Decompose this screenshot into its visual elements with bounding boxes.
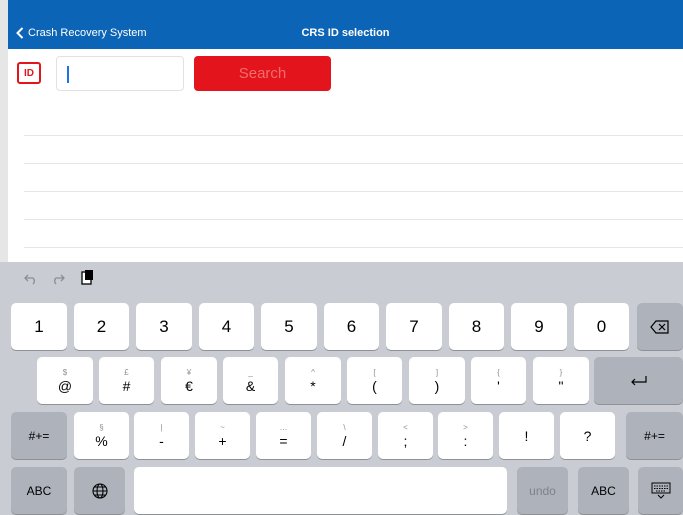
key-ampersand[interactable]: _ & — [223, 357, 278, 404]
backspace-key[interactable] — [637, 303, 683, 350]
key-equals[interactable]: … = — [256, 412, 311, 459]
shift-key-left[interactable]: #+= — [11, 412, 67, 459]
list-separator — [24, 135, 683, 136]
key-0[interactable]: 0 — [574, 303, 629, 350]
dismiss-keyboard-key[interactable] — [638, 467, 683, 514]
key-exclamation[interactable]: ! — [499, 412, 554, 459]
list-separator — [24, 219, 683, 220]
key-semicolon[interactable]: <; — [378, 412, 433, 459]
key-plus[interactable]: ~ + — [195, 412, 250, 459]
undo-key[interactable]: undo — [517, 467, 568, 514]
key-9[interactable]: 9 — [511, 303, 567, 350]
undo-icon[interactable] — [24, 272, 38, 288]
globe-icon — [91, 482, 108, 499]
app-screen: Crash Recovery System CRS ID selection I… — [0, 0, 683, 262]
shift-key-right[interactable]: #+= — [626, 412, 683, 459]
key-8[interactable]: 8 — [449, 303, 504, 350]
key-euro[interactable]: ¥ € — [161, 357, 217, 404]
navigation-bar: Crash Recovery System CRS ID selection — [8, 19, 683, 49]
key-4[interactable]: 4 — [199, 303, 254, 350]
keyboard-shortcut-bar — [0, 262, 683, 298]
page-title: CRS ID selection — [301, 27, 390, 39]
list-separator — [24, 191, 683, 192]
abc-key-left[interactable]: ABC — [11, 467, 67, 514]
key-slash[interactable]: \ / — [317, 412, 372, 459]
key-paren-close[interactable]: ]) — [409, 357, 465, 404]
key-3[interactable]: 3 — [136, 303, 192, 350]
backspace-icon — [650, 319, 669, 334]
key-hash[interactable]: £ # — [99, 357, 154, 404]
key-2[interactable]: 2 — [74, 303, 129, 350]
key-paren-open[interactable]: [( — [347, 357, 402, 404]
keyboard-dismiss-icon — [651, 482, 670, 499]
id-label-badge: ID — [17, 62, 41, 84]
key-7[interactable]: 7 — [386, 303, 442, 350]
list-separator — [24, 247, 683, 248]
key-quote[interactable]: } " — [533, 357, 589, 404]
key-question[interactable]: ? — [560, 412, 615, 459]
key-6[interactable]: 6 — [324, 303, 379, 350]
abc-key-right[interactable]: ABC — [578, 467, 629, 514]
status-bar — [8, 0, 683, 19]
globe-key[interactable] — [74, 467, 125, 514]
text-cursor — [67, 66, 69, 83]
key-minus[interactable]: | - — [134, 412, 189, 459]
list-separator — [24, 163, 683, 164]
key-colon[interactable]: >: — [438, 412, 493, 459]
split-divider — [0, 0, 8, 262]
return-key[interactable] — [594, 357, 683, 404]
paste-icon[interactable] — [80, 269, 94, 288]
return-icon — [630, 375, 647, 385]
space-key[interactable] — [134, 467, 507, 514]
key-percent[interactable]: §% — [74, 412, 129, 459]
key-apostrophe[interactable]: {' — [471, 357, 526, 404]
redo-icon[interactable] — [51, 272, 65, 288]
id-input[interactable] — [56, 56, 184, 91]
key-at[interactable]: $ @ — [37, 357, 93, 404]
key-5[interactable]: 5 — [261, 303, 317, 350]
key-asterisk[interactable]: ^ * — [285, 357, 341, 404]
key-1[interactable]: 1 — [11, 303, 67, 350]
search-button[interactable]: Search — [194, 56, 331, 91]
